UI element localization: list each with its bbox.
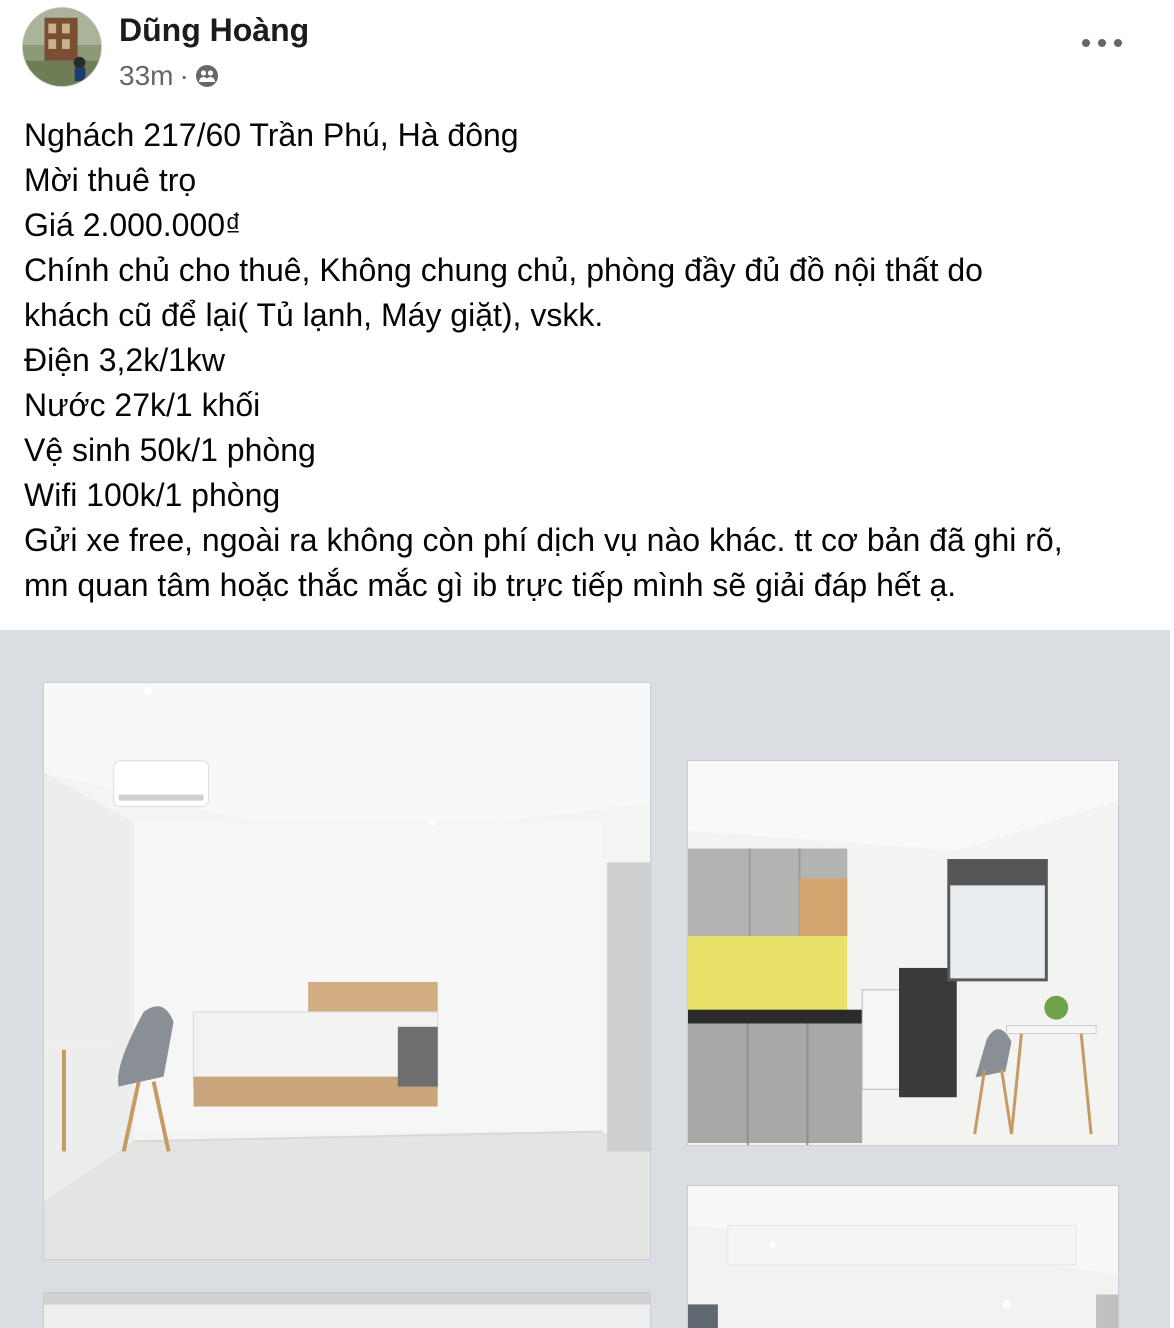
- post-meta: 33m ·: [119, 60, 219, 92]
- post-line: Vệ sinh 50k/1 phòng: [24, 432, 316, 468]
- post-time[interactable]: 33m: [119, 60, 173, 92]
- post-line: Nghách 217/60 Trần Phú, Hà đông: [24, 117, 519, 153]
- avatar[interactable]: [22, 7, 102, 87]
- author-name[interactable]: Dũng Hoàng: [119, 12, 309, 49]
- bedroom-photo[interactable]: [43, 682, 651, 1260]
- more-dot: [1098, 39, 1106, 47]
- post-line: Điện 3,2k/1kw: [24, 342, 225, 378]
- post-line: Mời thuê trọ: [24, 162, 197, 198]
- post-line: Nước 27k/1 khối: [24, 387, 261, 423]
- more-dot: [1082, 39, 1090, 47]
- room-photo[interactable]: [43, 1292, 651, 1328]
- post-body: Nghách 217/60 Trần Phú, Hà đông Mời thuê…: [24, 113, 1154, 608]
- more-dot: [1114, 39, 1122, 47]
- photo-grid: [0, 630, 1170, 1328]
- avatar-image: [23, 8, 101, 86]
- meta-separator: ·: [179, 60, 189, 91]
- kitchen-photo[interactable]: [687, 760, 1119, 1146]
- post-line: Giá 2.000.000₫: [24, 207, 242, 243]
- post-line: Gửi xe free, ngoài ra không còn phí dịch…: [24, 522, 1063, 603]
- post-line: Wifi 100k/1 phòng: [24, 477, 281, 513]
- room-photo[interactable]: [687, 1185, 1119, 1328]
- more-options-icon[interactable]: [1082, 28, 1122, 58]
- post-line: Chính chủ cho thuê, Không chung chủ, phò…: [24, 252, 983, 333]
- post-header: Dũng Hoàng 33m ·: [0, 0, 1174, 110]
- friends-icon: [195, 65, 218, 87]
